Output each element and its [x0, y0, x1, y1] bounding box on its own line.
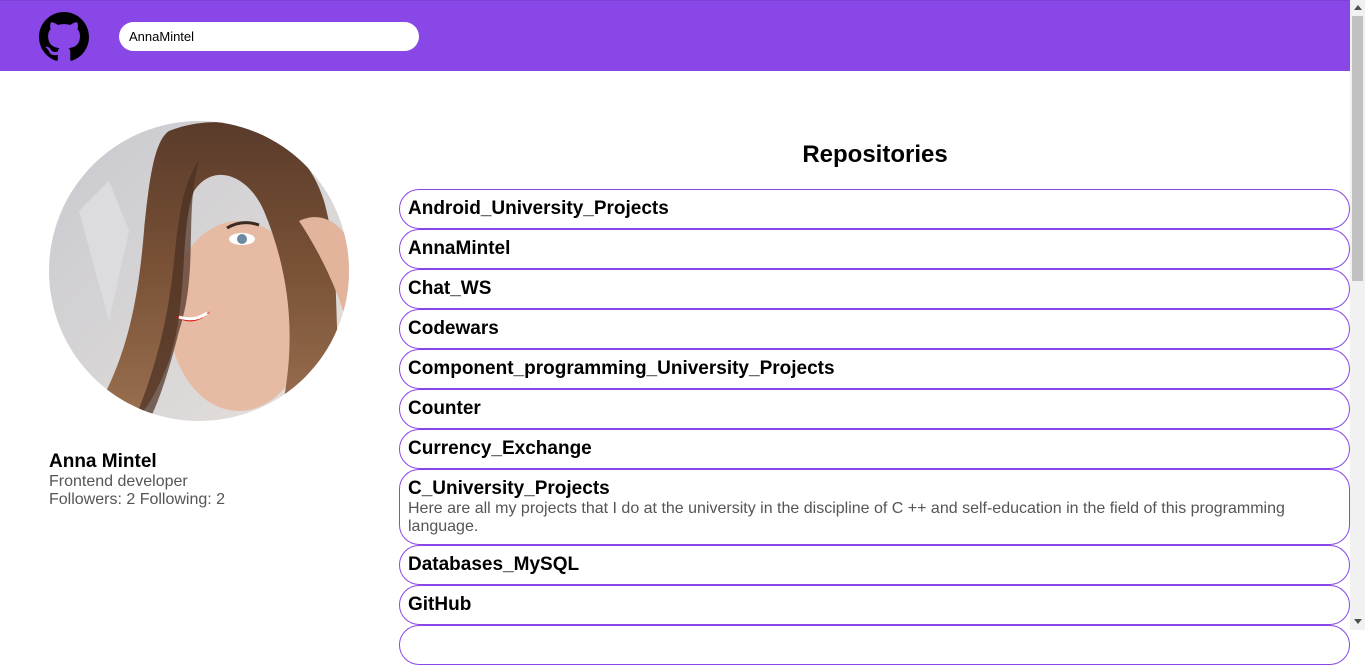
repo-name: C_University_Projects: [408, 478, 610, 499]
repo-item[interactable]: Android_University_Projects: [399, 189, 1350, 229]
repo-name: AnnaMintel: [408, 238, 511, 259]
scroll-thumb[interactable]: [1352, 16, 1363, 281]
vertical-scrollbar[interactable]: [1350, 0, 1365, 630]
repo-name: Android_University_Projects: [408, 198, 669, 219]
repo-item[interactable]: AnnaMintel: [399, 229, 1350, 269]
repo-item[interactable]: Databases_MySQL: [399, 545, 1350, 585]
top-header: [0, 0, 1350, 71]
scroll-up-arrow-icon[interactable]: [1354, 5, 1362, 10]
repo-item[interactable]: Counter: [399, 389, 1350, 429]
repo-name: Component_programming_University_Project…: [408, 358, 835, 379]
repositories-heading: Repositories: [802, 141, 948, 168]
repo-name: Currency_Exchange: [408, 438, 592, 459]
repo-name: Codewars: [408, 318, 499, 339]
repo-item[interactable]: Codewars: [399, 309, 1350, 349]
repo-name: Counter: [408, 398, 481, 419]
repository-list: Android_University_Projects AnnaMintel Cha…: [399, 189, 1350, 665]
repo-item[interactable]: Chat_WS: [399, 269, 1350, 309]
repo-description: Here are all my projects that I do at th…: [408, 500, 1285, 535]
user-follow-stats: Followers: 2 Following: 2: [49, 491, 226, 508]
search-input[interactable]: [119, 22, 419, 51]
repo-name: Chat_WS: [408, 278, 492, 299]
scroll-down-arrow-icon[interactable]: [1354, 619, 1362, 624]
repo-item[interactable]: Component_programming_University_Project…: [399, 349, 1350, 389]
repo-name: GitHub: [408, 594, 472, 615]
github-logo-icon[interactable]: [39, 12, 89, 62]
repo-item[interactable]: [399, 625, 1350, 665]
user-name: Anna Mintel: [49, 451, 157, 472]
repo-item[interactable]: Currency_Exchange: [399, 429, 1350, 469]
avatar: [49, 121, 349, 421]
repo-item[interactable]: C_University_Projects Here are all my pro…: [399, 469, 1350, 545]
repo-name: Databases_MySQL: [408, 554, 580, 575]
repo-item[interactable]: GitHub: [399, 585, 1350, 625]
avatar-photo: [49, 121, 349, 421]
user-bio: Frontend developer: [49, 473, 188, 490]
